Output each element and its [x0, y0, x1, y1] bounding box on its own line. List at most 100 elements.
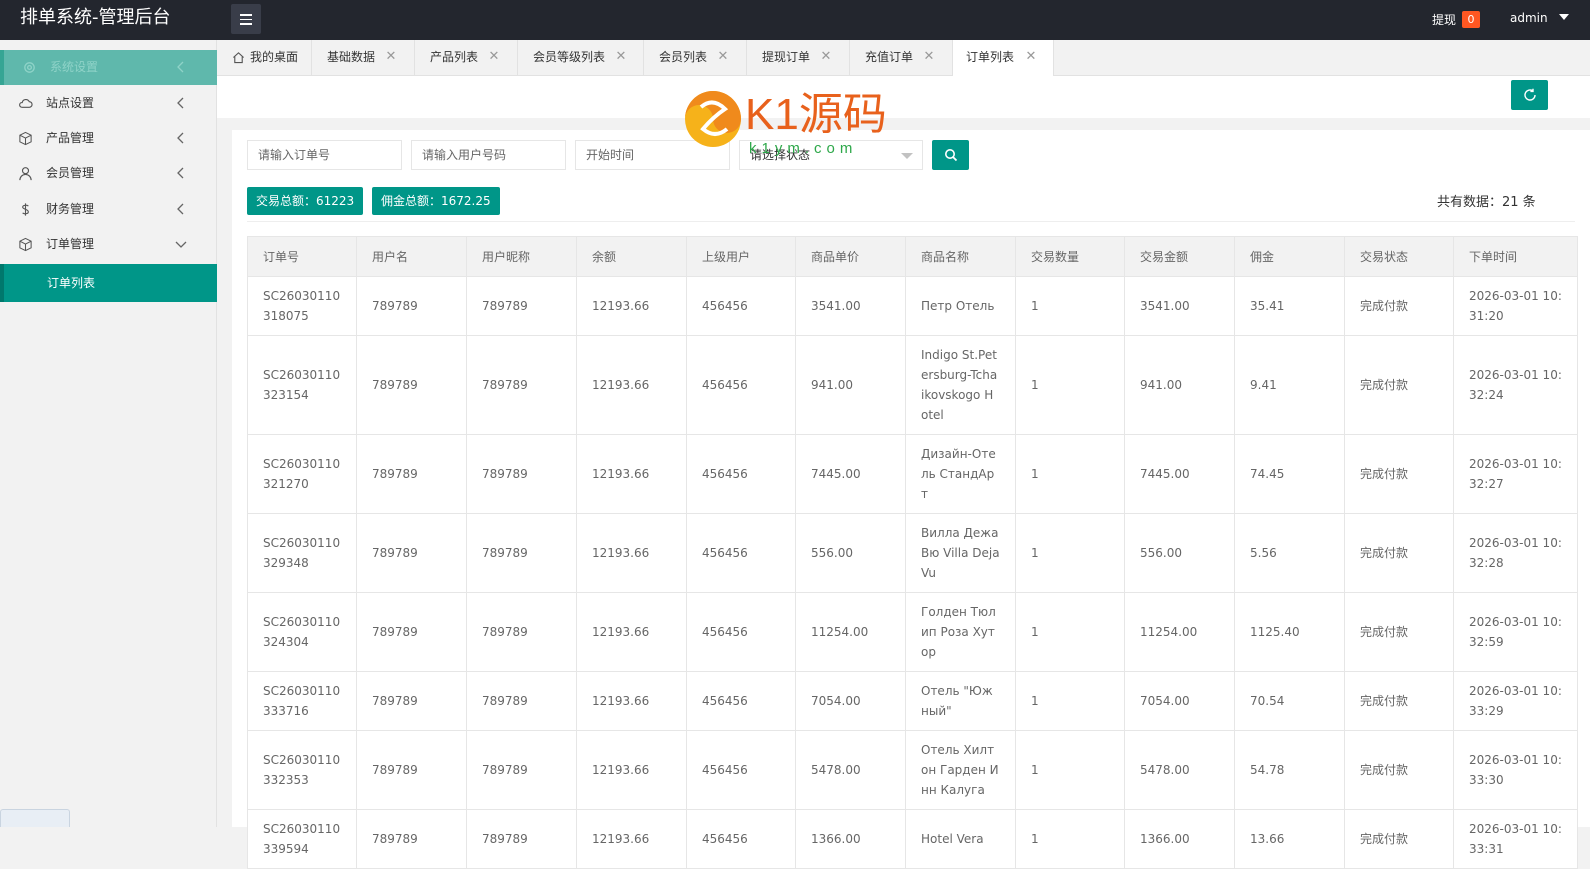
divider: [247, 221, 1575, 222]
cube-icon: [19, 237, 32, 252]
status-select-value: 请选择状态: [750, 148, 811, 162]
table-cell: 789789: [356, 809, 467, 869]
sidebar-item-member-management[interactable]: 会员管理: [0, 156, 217, 191]
table-cell: 9.41: [1234, 335, 1345, 435]
table-cell: SC26030110318075: [247, 276, 357, 336]
sidebar-item-site-settings[interactable]: 站点设置: [0, 86, 217, 121]
withdraw-link[interactable]: 提现: [1432, 11, 1456, 28]
sidebar-item-product-management[interactable]: 产品管理: [0, 121, 217, 156]
tab-my-desktop[interactable]: 我的桌面: [217, 40, 312, 76]
sidebar-item-label: 系统设置: [50, 60, 99, 74]
tab-member-level-list[interactable]: 会员等级列表 ✕: [518, 40, 644, 76]
column-header: 余额: [576, 236, 687, 277]
phone-input[interactable]: 请输入用户号码: [411, 140, 566, 170]
menu-toggle-button[interactable]: [231, 4, 261, 34]
user-menu[interactable]: admin: [1510, 11, 1548, 25]
close-icon[interactable]: ✕: [1025, 50, 1037, 63]
table-row: SC26030110321270 789789 789789 12193.66 4564…: [247, 434, 1578, 514]
caret-down-icon[interactable]: [1559, 14, 1569, 20]
table-cell: 74.45: [1234, 434, 1345, 514]
table-cell: 456456: [686, 809, 796, 869]
column-header: 下单时间: [1453, 236, 1578, 277]
table-cell: 2026-03-01 10:33:29: [1453, 671, 1578, 731]
table-cell: 12193.66: [576, 730, 687, 810]
chevron-down-icon: [901, 153, 913, 159]
table-cell: SC26030110321270: [247, 434, 357, 514]
table-cell: 7054.00: [1124, 671, 1235, 731]
table-cell: 789789: [466, 592, 577, 672]
withdraw-count-badge[interactable]: 0: [1462, 11, 1480, 28]
table-row: SC26030110332353 789789 789789 12193.66 4564…: [247, 730, 1578, 810]
table-cell: 1: [1015, 335, 1125, 435]
tab-basic-data[interactable]: 基础数据 ✕: [312, 40, 415, 76]
column-header: 订单号: [247, 236, 357, 277]
table-row: SC26030110333716 789789 789789 12193.66 4564…: [247, 671, 1578, 731]
table-cell: 5478.00: [795, 730, 906, 810]
table-cell: 12193.66: [576, 513, 687, 593]
tab-product-list[interactable]: 产品列表 ✕: [415, 40, 518, 76]
sidebar-item-finance-management[interactable]: 财务管理: [0, 192, 217, 227]
close-icon[interactable]: ✕: [923, 50, 935, 63]
tab-member-list[interactable]: 会员列表 ✕: [644, 40, 747, 76]
table-cell: 7445.00: [795, 434, 906, 514]
refresh-button[interactable]: [1511, 80, 1548, 110]
column-header: 交易数量: [1015, 236, 1125, 277]
table-cell: 456456: [686, 592, 796, 672]
tab-label: 我的桌面: [250, 50, 299, 64]
tab-order-list[interactable]: 订单列表 ✕: [953, 40, 1054, 77]
status-select[interactable]: 请选择状态: [739, 140, 923, 170]
table-cell: 7054.00: [795, 671, 906, 731]
table-cell: 3541.00: [1124, 276, 1235, 336]
table-cell: SC26030110323154: [247, 335, 357, 435]
table-cell: 1366.00: [1124, 809, 1235, 869]
table-cell: 1: [1015, 809, 1125, 869]
column-header: 佣金: [1234, 236, 1345, 277]
orders-table: 订单号 用户名 用户昵称 余额 上级用户 商品单价 商品名称 交易数量 交易金额…: [247, 236, 1578, 869]
table-cell: 789789: [466, 513, 577, 593]
hamburger-icon: [240, 14, 252, 16]
sidebar-item-order-management[interactable]: 订单管理: [0, 227, 217, 262]
table-cell: 1: [1015, 434, 1125, 514]
order-no-input[interactable]: 请输入订单号: [247, 140, 402, 170]
table-cell: Вилла Дежа Вю Villa Deja Vu: [905, 513, 1016, 593]
table-cell: 789789: [356, 671, 467, 731]
close-icon[interactable]: ✕: [717, 50, 729, 63]
close-icon[interactable]: ✕: [385, 50, 397, 63]
table-cell: 3541.00: [795, 276, 906, 336]
search-button[interactable]: [932, 140, 969, 170]
table-cell: 789789: [356, 513, 467, 593]
close-icon[interactable]: ✕: [488, 50, 500, 63]
close-icon[interactable]: ✕: [820, 50, 832, 63]
tab-recharge-orders[interactable]: 充值订单 ✕: [850, 40, 953, 76]
sidebar-item-system-settings[interactable]: 系统设置: [0, 50, 217, 85]
table-cell: 7445.00: [1124, 434, 1235, 514]
table-cell: 456456: [686, 276, 796, 336]
table-cell: Hotel Vera: [905, 809, 1016, 869]
tab-label: 会员等级列表: [533, 50, 606, 64]
table-cell: 789789: [356, 276, 467, 336]
tab-withdraw-orders[interactable]: 提现订单 ✕: [747, 40, 850, 76]
table-cell: 556.00: [1124, 513, 1235, 593]
dollar-icon: [22, 203, 29, 216]
start-time-input[interactable]: 开始时间: [575, 140, 730, 170]
table-cell: 12193.66: [576, 592, 687, 672]
search-icon: [945, 149, 958, 162]
bottom-tab[interactable]: [0, 809, 70, 827]
table-cell: 789789: [466, 276, 577, 336]
table-cell: 完成付款: [1344, 513, 1454, 593]
table-cell: 1366.00: [795, 809, 906, 869]
close-icon[interactable]: ✕: [615, 50, 627, 63]
table-cell: Indigo St.Petersburg-Tchaikovskogo Hotel: [905, 335, 1016, 435]
table-cell: 789789: [466, 434, 577, 514]
table-cell: 941.00: [1124, 335, 1235, 435]
sidebar-subitem-order-list[interactable]: 订单列表: [0, 264, 217, 302]
chevron-left-icon: [177, 203, 184, 215]
sidebar-item-label: 订单管理: [46, 237, 95, 251]
sidebar-item-label: 财务管理: [46, 202, 95, 216]
table-cell: SC26030110332353: [247, 730, 357, 810]
table-cell: 789789: [466, 335, 577, 435]
hamburger-icon-line: [240, 23, 252, 25]
table-cell: 456456: [686, 513, 796, 593]
tab-label: 订单列表: [966, 50, 1015, 64]
table-cell: 13.66: [1234, 809, 1345, 869]
